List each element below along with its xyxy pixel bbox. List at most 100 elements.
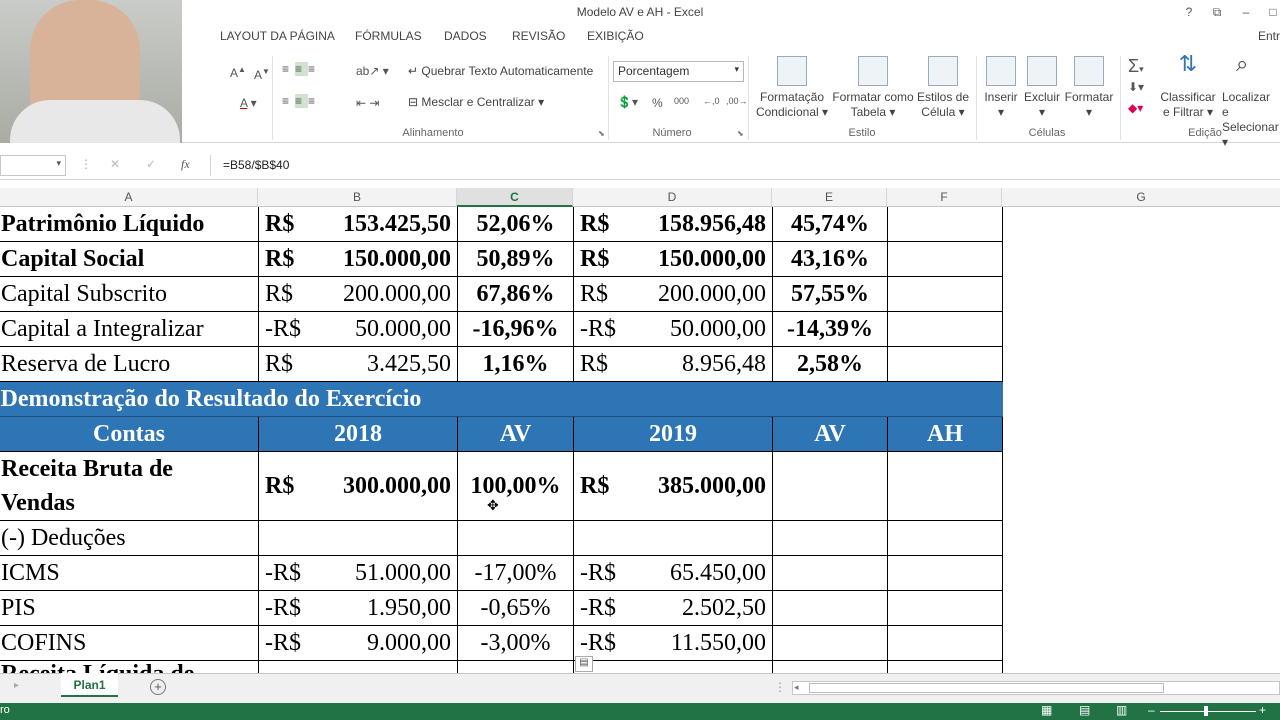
- cell-b[interactable]: [258, 660, 458, 673]
- indent-icons[interactable]: ⇤ ⇥: [356, 96, 379, 110]
- orientation-icon[interactable]: ab↗ ▾: [356, 64, 389, 78]
- sort-filter-button[interactable]: ⇅ Classificar e Filtrar ▾: [1160, 53, 1216, 120]
- autosum-icon[interactable]: Σ▾: [1128, 56, 1144, 77]
- increase-decimal-icon[interactable]: ←,0: [703, 96, 720, 106]
- cell-b[interactable]: -R$ 50.000,00: [258, 311, 458, 347]
- decrease-decimal-icon[interactable]: ,00→: [726, 96, 748, 106]
- cell-b[interactable]: R$ 3.425,50: [258, 346, 458, 382]
- cell-f[interactable]: [887, 625, 1003, 661]
- cell-e[interactable]: [772, 520, 888, 556]
- scroll-left-icon[interactable]: ◂: [794, 682, 799, 693]
- cell-c[interactable]: -16,96%: [457, 311, 574, 347]
- worksheet-grid[interactable]: Patrimônio Líquido R$ 153.425,50 52,06% R…: [0, 207, 1280, 673]
- cell-styles-button[interactable]: Estilos de Célula ▾: [914, 56, 972, 120]
- column-header-f[interactable]: F: [887, 188, 1002, 207]
- delete-button[interactable]: Excluir ▾: [1021, 56, 1063, 120]
- insert-function-icon[interactable]: fx: [181, 157, 190, 172]
- font-color-icon[interactable]: A ▾: [240, 96, 257, 110]
- cell-e[interactable]: [772, 590, 888, 626]
- fill-icon[interactable]: ⬇▾: [1128, 80, 1144, 94]
- alignment-launcher-icon[interactable]: ⬊: [598, 129, 605, 138]
- cell-c[interactable]: [457, 520, 574, 556]
- insert-button[interactable]: Inserir ▾: [980, 56, 1022, 120]
- cell-c[interactable]: -3,00%: [457, 625, 574, 661]
- horizontal-scrollbar[interactable]: ◂: [792, 681, 1280, 695]
- accounting-format-icon[interactable]: 💲▾: [617, 95, 638, 109]
- header-2019[interactable]: 2019: [573, 416, 773, 452]
- tab-review[interactable]: REVISÃO: [512, 29, 565, 43]
- cancel-icon[interactable]: ✕: [110, 157, 120, 171]
- cell-d[interactable]: -R$ 2.502,50: [573, 590, 773, 626]
- tab-formulas[interactable]: FÓRMULAS: [355, 29, 422, 43]
- cell-e[interactable]: [772, 451, 888, 521]
- cell-e[interactable]: [772, 625, 888, 661]
- cell-b[interactable]: -R$ 9.000,00: [258, 625, 458, 661]
- wrap-text-button[interactable]: ↵ Quebrar Texto Automaticamente: [408, 64, 593, 78]
- decrease-font-icon[interactable]: A▼: [254, 67, 270, 82]
- page-layout-view-icon[interactable]: ▤: [1079, 703, 1090, 717]
- cell-f[interactable]: [887, 520, 1003, 556]
- cell-a[interactable]: Capital Subscrito: [0, 276, 259, 312]
- cell-e[interactable]: [772, 660, 888, 673]
- maximize-icon[interactable]: □: [1262, 3, 1280, 21]
- cell-f[interactable]: [887, 660, 1003, 673]
- cell-a[interactable]: COFINS: [0, 625, 259, 661]
- cell-a[interactable]: Capital Social: [0, 241, 259, 277]
- tab-page-layout[interactable]: LAYOUT DA PÁGINA: [220, 29, 335, 43]
- cell-a[interactable]: Patrimônio Líquido: [0, 207, 259, 242]
- header-av-2019[interactable]: AV: [772, 416, 888, 452]
- cell-f[interactable]: [887, 346, 1003, 382]
- page-break-view-icon[interactable]: ▥: [1116, 703, 1127, 717]
- header-2018[interactable]: 2018: [258, 416, 458, 452]
- split-handle-icon[interactable]: ⋮: [774, 680, 786, 694]
- horizontal-align-icons[interactable]: ≡≡≡: [282, 94, 321, 108]
- format-button[interactable]: Formatar ▾: [1062, 56, 1116, 120]
- tab-view[interactable]: EXIBIÇÃO: [587, 29, 644, 43]
- cell-c[interactable]: -0,65%: [457, 590, 574, 626]
- cell-b[interactable]: -R$ 51.000,00: [258, 555, 458, 591]
- cell-f[interactable]: [887, 276, 1003, 312]
- percent-style-icon[interactable]: %: [652, 96, 663, 110]
- cell-d[interactable]: [573, 520, 773, 556]
- zoom-slider-thumb[interactable]: [1204, 706, 1208, 716]
- cell-b[interactable]: R$ 200.000,00: [258, 276, 458, 312]
- cell-d[interactable]: R$ 158.956,48: [573, 207, 773, 242]
- cell-a[interactable]: Reserva de Lucro: [0, 346, 259, 382]
- column-header-g[interactable]: G: [1002, 188, 1280, 207]
- sheet-tab-plan1[interactable]: Plan1: [61, 673, 118, 697]
- cell-e[interactable]: 2,58%: [772, 346, 888, 382]
- number-format-select[interactable]: Porcentagem ▾: [613, 61, 744, 82]
- name-box[interactable]: ▾: [0, 155, 66, 176]
- cell-f[interactable]: [887, 311, 1003, 347]
- formula-input[interactable]: =B58/$B$40: [210, 155, 1280, 176]
- increase-font-icon[interactable]: A▲: [230, 65, 246, 80]
- cell-a[interactable]: Capital a Integralizar: [0, 311, 259, 347]
- cell-d[interactable]: R$ 200.000,00: [573, 276, 773, 312]
- comma-style-icon[interactable]: 000: [674, 96, 689, 106]
- cell-c[interactable]: 1,16%: [457, 346, 574, 382]
- cell-f[interactable]: [887, 451, 1003, 521]
- cell-e[interactable]: [772, 555, 888, 591]
- cell-f[interactable]: [887, 241, 1003, 277]
- cell-b[interactable]: R$ 300.000,00: [258, 451, 458, 521]
- cell-d[interactable]: R$ 150.000,00: [573, 241, 773, 277]
- format-table-button[interactable]: Formatar como Tabela ▾: [830, 56, 916, 120]
- add-sheet-icon[interactable]: +: [150, 679, 166, 695]
- cell-b[interactable]: -R$ 1.950,00: [258, 590, 458, 626]
- dre-title-cell[interactable]: Demonstração do Resultado do Exercício: [0, 381, 1003, 417]
- header-ah[interactable]: AH: [887, 416, 1003, 452]
- cell-a[interactable]: Receita Líquida de: [0, 660, 259, 673]
- tab-sign-in[interactable]: Entr: [1258, 29, 1280, 43]
- cell-d[interactable]: -R$ 65.450,00: [573, 555, 773, 591]
- cell-a[interactable]: Receita Bruta de Vendas: [0, 451, 259, 521]
- cell-c[interactable]: 67,86%: [457, 276, 574, 312]
- cell-d[interactable]: R$ 8.956,48: [573, 346, 773, 382]
- cell-e[interactable]: -14,39%: [772, 311, 888, 347]
- normal-view-icon[interactable]: ▦: [1041, 703, 1052, 717]
- scroll-sheets-icon[interactable]: ▸: [14, 680, 19, 691]
- cell-d[interactable]: -R$ 11.550,00: [573, 625, 773, 661]
- cell-c[interactable]: 50,89%: [457, 241, 574, 277]
- cell-c[interactable]: -17,00%: [457, 555, 574, 591]
- zoom-slider[interactable]: [1160, 711, 1256, 712]
- cell-d[interactable]: [573, 660, 773, 673]
